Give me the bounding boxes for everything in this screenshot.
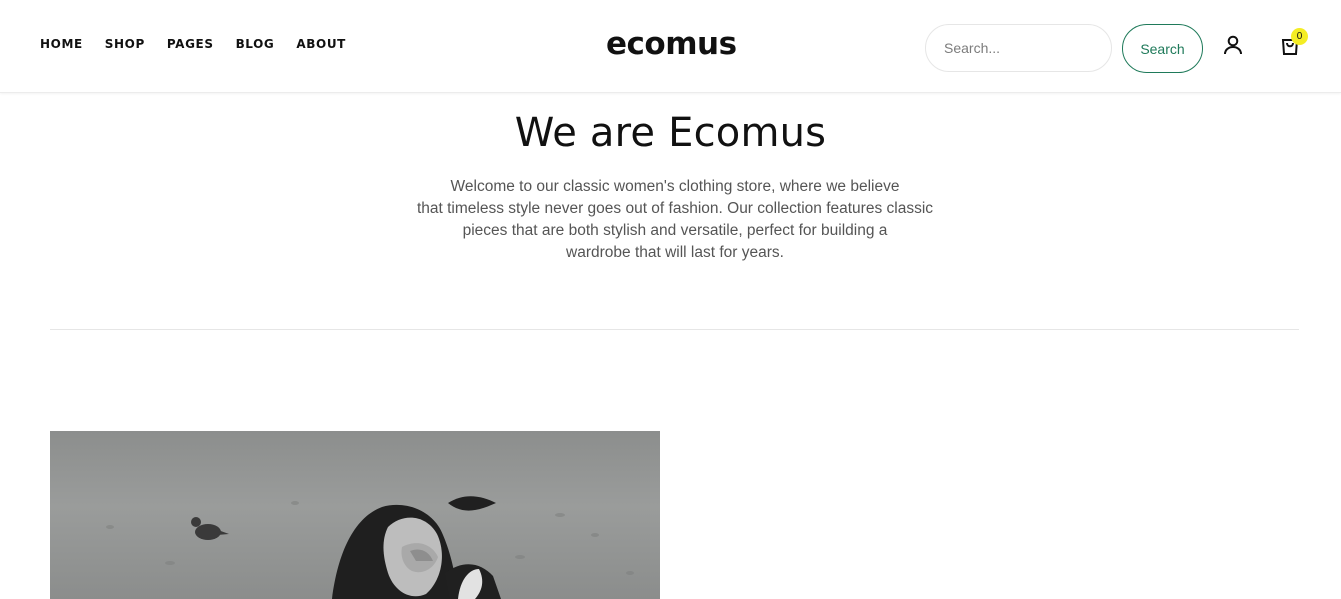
nav-home[interactable]: HOME xyxy=(40,37,83,51)
nav-pages[interactable]: PAGES xyxy=(167,37,214,51)
hero-text-line: pieces that are both stylish and versati… xyxy=(462,222,888,239)
main-nav: HOME SHOP PAGES BLOG ABOUT xyxy=(40,37,368,51)
logo-text: ecomus xyxy=(606,26,737,62)
hero-description: Welcome to our classic women's clothing … xyxy=(390,176,960,264)
search-button[interactable]: Search xyxy=(1122,24,1203,73)
site-header: HOME SHOP PAGES BLOG ABOUT ecomus Search… xyxy=(0,0,1341,93)
search-input[interactable] xyxy=(925,24,1112,72)
user-icon[interactable] xyxy=(1221,33,1245,57)
nav-shop[interactable]: SHOP xyxy=(105,37,145,51)
nav-blog[interactable]: BLOG xyxy=(236,37,275,51)
hero-photo xyxy=(50,431,660,599)
nav-about[interactable]: ABOUT xyxy=(296,37,346,51)
page-title: We are Ecomus xyxy=(514,110,827,156)
hero-text-line: that timeless style never goes out of fa… xyxy=(416,200,934,217)
logo[interactable]: ecomus xyxy=(606,26,746,62)
section-divider xyxy=(50,329,1299,330)
hero-text-line: Welcome to our classic women's clothing … xyxy=(450,178,900,195)
cart-count-badge: 0 xyxy=(1291,28,1308,45)
hero-text-line: wardrobe that will last for years. xyxy=(566,244,784,261)
